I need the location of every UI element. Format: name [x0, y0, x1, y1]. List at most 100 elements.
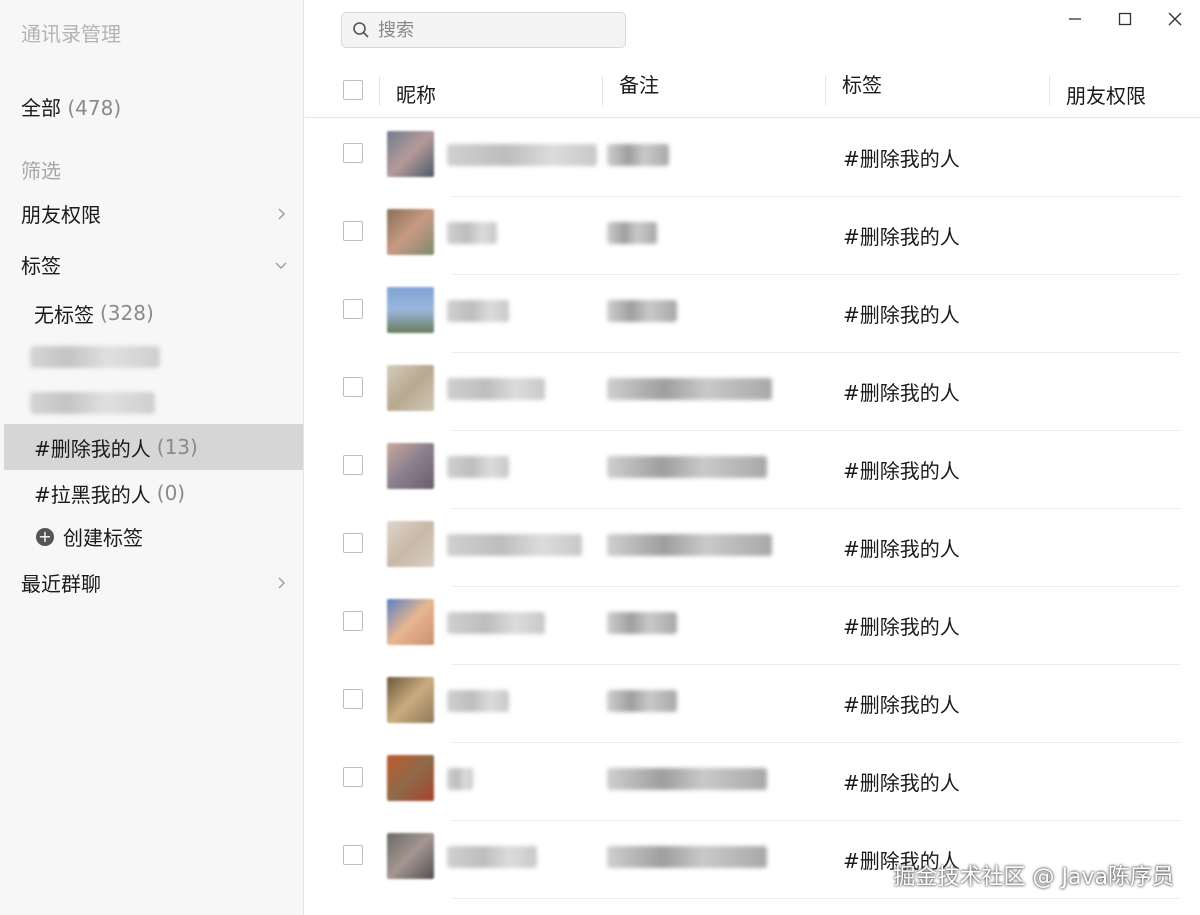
main-panel: 昵称 备注 标签 朋友权限 #删除我的人 #删除我的人 #删除我的人 #删除我的人 #删…	[305, 0, 1200, 915]
tag-item-label: #删除我的人	[34, 436, 151, 461]
column-divider	[379, 76, 380, 106]
tag-item-count: (0)	[156, 481, 186, 505]
remark-blurred	[607, 534, 772, 556]
plus-circle-icon: +	[36, 527, 54, 546]
tag-item-deleted-me[interactable]: #删除我的人 (13)	[4, 424, 303, 470]
tag-cell: #删除我的人	[843, 771, 960, 795]
row-divider	[452, 898, 1180, 899]
nickname-blurred	[447, 300, 509, 322]
avatar	[387, 443, 434, 489]
tag-item-blocked-me[interactable]: #拉黑我的人 (0)	[4, 470, 303, 516]
avatar	[387, 833, 434, 879]
chevron-down-icon	[275, 262, 287, 269]
tag-item-label: 无标签	[34, 302, 94, 327]
search-input[interactable]	[378, 19, 608, 41]
nickname-blurred	[447, 846, 537, 868]
row-checkbox[interactable]	[343, 611, 363, 631]
nickname-blurred	[447, 690, 509, 712]
nickname-blurred	[447, 378, 545, 400]
nickname-blurred	[447, 144, 597, 166]
tag-cell: #删除我的人	[843, 459, 960, 483]
column-divider	[602, 76, 603, 106]
column-header-remark[interactable]: 备注	[619, 69, 659, 98]
column-header-tag[interactable]: 标签	[842, 69, 882, 98]
create-tag-button[interactable]: + 创建标签	[36, 522, 143, 551]
friend-permission-label: 朋友权限	[21, 203, 101, 227]
nickname-blurred	[447, 456, 509, 478]
avatar	[387, 365, 434, 411]
select-all-checkbox[interactable]	[343, 80, 363, 100]
nickname-blurred	[447, 222, 497, 244]
row-checkbox[interactable]	[343, 455, 363, 475]
column-divider	[1049, 76, 1050, 106]
tag-item-blurred[interactable]	[30, 392, 155, 414]
column-header-nickname[interactable]: 昵称	[396, 79, 436, 108]
tag-cell: #删除我的人	[843, 537, 960, 561]
tag-item-count: (13)	[156, 435, 198, 459]
chevron-right-icon	[278, 577, 285, 588]
nickname-blurred	[447, 612, 545, 634]
table-row[interactable]: #删除我的人	[305, 431, 1200, 509]
recent-groups-label: 最近群聊	[21, 572, 101, 596]
remark-blurred	[607, 846, 767, 868]
table-row[interactable]: #删除我的人	[305, 665, 1200, 743]
table-row[interactable]: #删除我的人	[305, 353, 1200, 431]
close-icon	[1168, 12, 1182, 26]
avatar	[387, 209, 434, 255]
watermark-text: 掘金技术社区 @ Java陈序员	[893, 865, 1174, 890]
remark-blurred	[607, 612, 677, 634]
row-checkbox[interactable]	[343, 533, 363, 553]
filter-section-title: 筛选	[21, 159, 61, 183]
remark-blurred	[607, 768, 767, 790]
minimize-button[interactable]	[1050, 0, 1100, 38]
remark-blurred	[607, 144, 669, 166]
minimize-icon	[1069, 18, 1081, 20]
nickname-blurred	[447, 534, 582, 556]
tag-item-no-tag[interactable]: 无标签 (328)	[4, 290, 303, 336]
sidebar-item-recent-groups[interactable]: 最近群聊	[21, 568, 287, 597]
row-checkbox[interactable]	[343, 377, 363, 397]
tag-item-blurred[interactable]	[30, 346, 160, 368]
row-checkbox[interactable]	[343, 767, 363, 787]
search-box[interactable]	[341, 12, 626, 48]
avatar	[387, 599, 434, 645]
row-checkbox[interactable]	[343, 689, 363, 709]
table-row[interactable]: #删除我的人	[305, 119, 1200, 197]
row-checkbox[interactable]	[343, 299, 363, 319]
all-label: 全部	[21, 96, 61, 120]
sidebar-item-all[interactable]: 全部 (478)	[21, 92, 287, 121]
create-tag-label: 创建标签	[63, 526, 143, 550]
close-button[interactable]	[1150, 0, 1200, 38]
table-header: 昵称 备注 标签 朋友权限	[305, 62, 1200, 118]
remark-blurred	[607, 222, 657, 244]
row-checkbox[interactable]	[343, 143, 363, 163]
tag-item-label: #拉黑我的人	[34, 482, 151, 507]
avatar	[387, 521, 434, 567]
tag-cell: #删除我的人	[843, 693, 960, 717]
tags-label: 标签	[21, 254, 61, 278]
app-title: 通讯录管理	[21, 22, 121, 46]
tag-cell: #删除我的人	[843, 303, 960, 327]
maximize-button[interactable]	[1100, 0, 1150, 38]
column-divider	[825, 76, 826, 106]
nickname-blurred	[447, 768, 473, 790]
avatar	[387, 677, 434, 723]
maximize-icon	[1118, 12, 1132, 26]
table-row[interactable]: #删除我的人	[305, 509, 1200, 587]
sidebar-item-friend-permission[interactable]: 朋友权限	[21, 199, 287, 228]
table-row[interactable]: #删除我的人	[305, 197, 1200, 275]
avatar	[387, 755, 434, 801]
remark-blurred	[607, 378, 772, 400]
row-checkbox[interactable]	[343, 221, 363, 241]
tag-cell: #删除我的人	[843, 225, 960, 249]
remark-blurred	[607, 300, 677, 322]
tag-cell: #删除我的人	[843, 147, 960, 171]
sidebar: 通讯录管理 全部 (478) 筛选 朋友权限 标签 无标签 (328) #删除我的…	[0, 0, 304, 915]
avatar	[387, 287, 434, 333]
table-row[interactable]: #删除我的人	[305, 275, 1200, 353]
column-header-permission[interactable]: 朋友权限	[1066, 80, 1146, 109]
row-checkbox[interactable]	[343, 845, 363, 865]
table-row[interactable]: #删除我的人	[305, 743, 1200, 821]
sidebar-item-tags[interactable]: 标签	[21, 250, 287, 279]
table-row[interactable]: #删除我的人	[305, 587, 1200, 665]
